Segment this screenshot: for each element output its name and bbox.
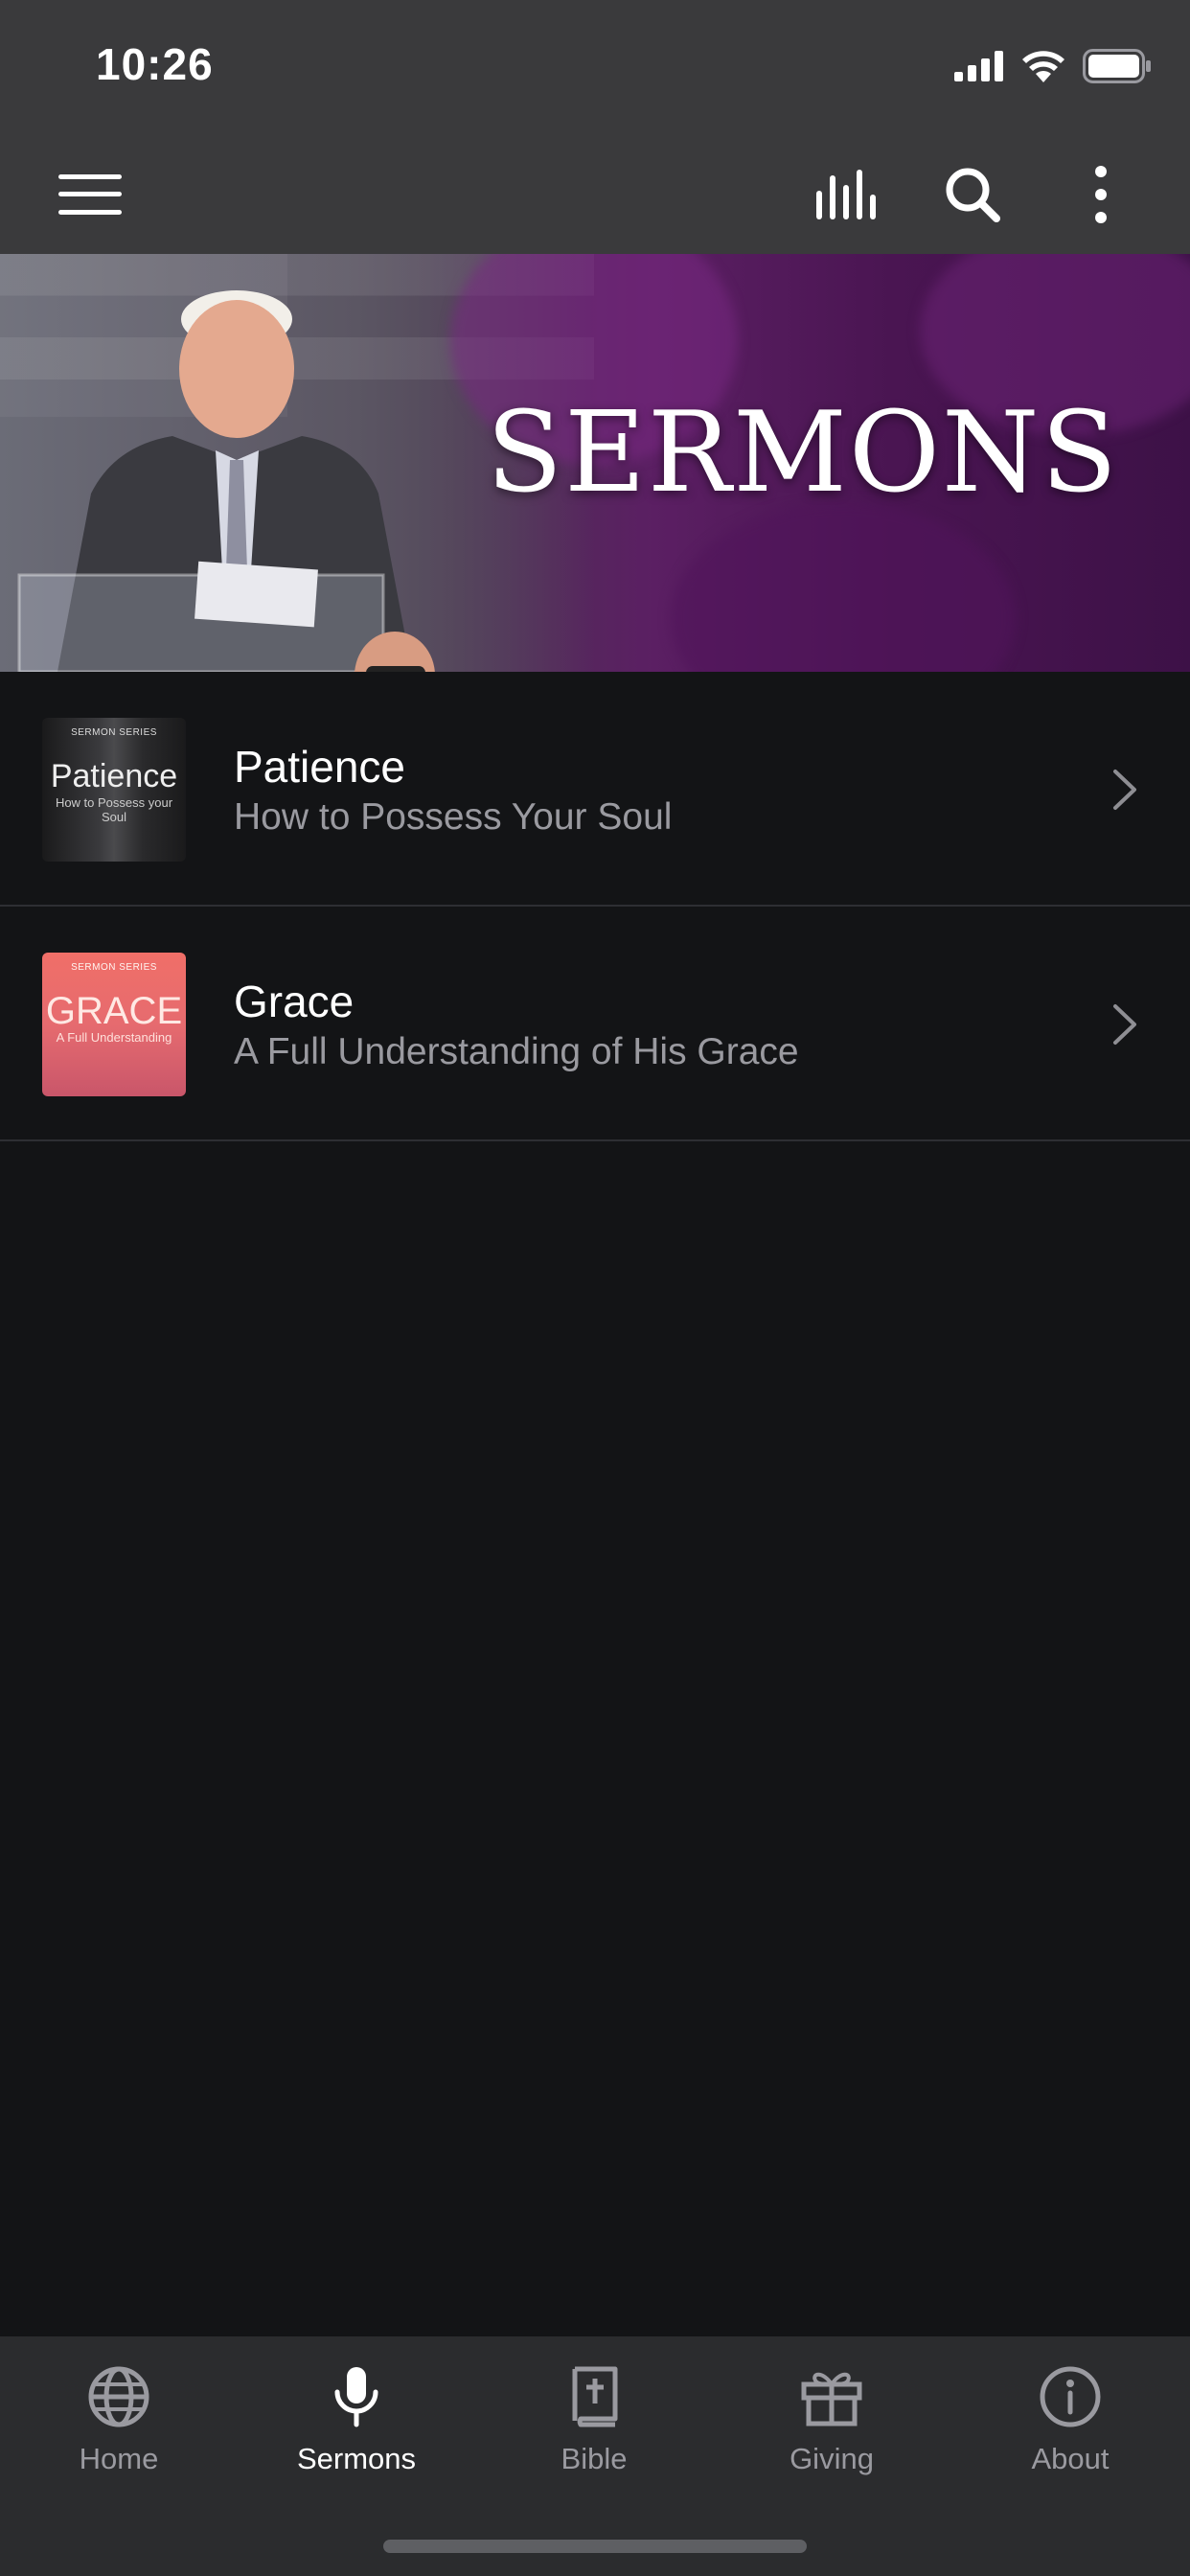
audio-bars-icon [816,169,876,219]
thumbnail-label: SERMON SERIES [71,727,157,738]
home-indicator [383,2540,807,2553]
globe-icon [88,2366,149,2427]
thumbnail-label: SERMON SERIES [71,962,157,973]
tab-about[interactable]: About [950,2336,1190,2490]
tab-label: Sermons [296,2442,417,2475]
tab-label: Bible [561,2442,628,2475]
more-vertical-icon [1095,165,1107,223]
thumbnail-subtitle: A Full Understanding [56,1030,172,1045]
speaker-illustration [0,254,435,672]
microphone-icon [334,2367,378,2427]
sermon-series-list: SERMON SERIES Patience How to Possess yo… [0,672,1190,1141]
hero-banner: SERMONS [0,254,1190,672]
status-time: 10:26 [96,39,214,89]
thumbnail-title: Patience [50,758,178,794]
tab-giving[interactable]: Giving [713,2336,950,2490]
search-icon [946,168,1000,222]
tab-label: About [1031,2442,1110,2475]
tab-label: Giving [790,2442,874,2475]
series-row-grace[interactable]: SERMON SERIES GRACE A Full Understanding… [0,907,1190,1141]
thumbnail-subtitle: How to Possess your Soul [55,795,173,824]
app-bar [0,134,1190,254]
search-button[interactable] [929,134,1016,254]
series-subtitle: A Full Understanding of His Grace [234,1031,799,1072]
tab-label: Home [79,2442,159,2475]
cellular-signal-icon [954,51,1003,81]
chevron-right-icon [1113,770,1136,810]
series-row-patience[interactable]: SERMON SERIES Patience How to Possess yo… [0,672,1190,907]
series-thumbnail: SERMON SERIES GRACE A Full Understanding [42,953,186,1096]
series-subtitle: How to Possess Your Soul [234,796,673,838]
battery-icon [1083,49,1151,83]
menu-button[interactable] [46,134,134,254]
tab-sermons[interactable]: Sermons [238,2336,475,2490]
series-thumbnail: SERMON SERIES Patience How to Possess yo… [42,718,186,862]
hero-texture [671,503,1016,672]
status-icons [954,44,1152,88]
chevron-right-icon [1113,1004,1136,1045]
menu-icon [58,173,122,215]
wifi-icon [1022,51,1064,82]
bible-icon [572,2366,618,2427]
more-options-button[interactable] [1058,134,1144,254]
hero-title: SERMONS [486,388,1119,518]
tab-bible[interactable]: Bible [475,2336,713,2490]
tab-home[interactable]: Home [0,2336,238,2490]
gift-icon [801,2372,862,2426]
series-title: Patience [234,742,406,792]
now-playing-button[interactable] [805,134,891,254]
info-icon [1040,2366,1101,2427]
series-title: Grace [234,977,355,1026]
thumbnail-title: GRACE [45,990,183,1032]
status-bar: 10:26 [0,0,1190,134]
